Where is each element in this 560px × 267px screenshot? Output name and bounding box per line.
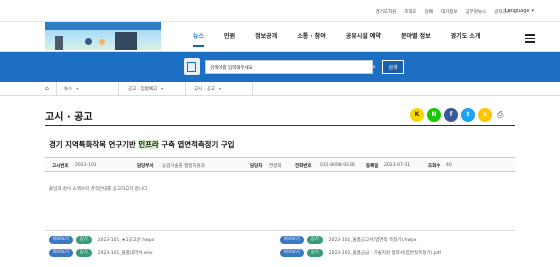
post-title-text-end: 구축 엽면적측정기 구입 — [158, 140, 235, 149]
attachment-row: 바로보기 듣기 2023-101_물품공급 · 기술지원 협약서(엽면적측정기)… — [280, 249, 441, 257]
print-icon[interactable]: ⎙ — [497, 110, 503, 120]
meta-value: 40 — [446, 163, 452, 168]
breadcrumb-level3[interactable]: 고시 · 공고 — [194, 86, 221, 92]
attachment-filename[interactable]: 2023-101_물품공고서(엽면적 측정기).hwpx — [329, 237, 417, 243]
post-title: 경기 지역특화작목 연구기반 인프라 구축 엽면적측정기 구입 — [49, 139, 234, 150]
naver-share-icon[interactable]: N — [427, 108, 441, 122]
utility-link[interactable]: 담배 — [425, 9, 433, 15]
document-icon — [184, 58, 200, 75]
breadcrumb-level1[interactable]: 뉴스 — [64, 86, 78, 92]
meta-value: 2023-101 — [75, 163, 97, 168]
view-button[interactable]: 바로보기 — [280, 249, 304, 257]
post-title-highlight: 인프라 — [138, 140, 159, 149]
kakao-share-icon[interactable]: K — [410, 108, 424, 122]
nav-news[interactable]: 뉴스 — [193, 31, 205, 47]
language-select[interactable]: Language — [505, 8, 534, 14]
attachment-filename[interactable]: 2023-101_물품공급 · 기술지원 협약서(엽면적측정기).pdf — [329, 250, 441, 256]
meta-label: 담당부서 — [137, 164, 154, 169]
meta-label: 담당자 — [250, 164, 263, 169]
attachment-filename[interactable]: 2023-101_물품내역서.xlsx — [98, 250, 153, 256]
meta-label: 전화번호 — [295, 164, 312, 169]
meta-label: 조회수 — [428, 164, 441, 169]
download-button[interactable]: 듣기 — [75, 236, 92, 244]
utility-link[interactable]: 경기도지원 — [376, 9, 397, 15]
nav-facility-reservation[interactable]: 공유시설 예약 — [346, 31, 381, 47]
breadcrumb: ⌂ 뉴스 공고 · 입법예고 고시 · 공고 — [0, 82, 560, 96]
meta-label: 등록일 — [366, 164, 379, 169]
download-button[interactable]: 듣기 — [306, 236, 323, 244]
meta-value: 농업기술원 행정지원과 — [162, 164, 205, 169]
utility-link[interactable]: 대기정보 — [441, 9, 458, 15]
meta-value: 연경희 — [269, 164, 282, 169]
nav-participation[interactable]: 소통 · 참여 — [297, 31, 326, 47]
search-icon[interactable]: ⌕ — [372, 63, 376, 72]
search-input[interactable]: 검색어를 입력해주세요 — [205, 60, 373, 74]
download-button[interactable]: 듣기 — [75, 249, 92, 257]
share-buttons: K N f t s — [410, 108, 492, 122]
meta-value: 031-8008-9238 — [320, 163, 355, 168]
view-button[interactable]: 바로보기 — [49, 236, 73, 244]
utility-link[interactable]: 공무원뉴스 — [466, 9, 487, 15]
post-meta: 고시번호 2023-101 담당부서 농업기술원 행정지원과 담당자 연경희 전… — [45, 157, 515, 172]
nav-civil[interactable]: 민원 — [224, 31, 235, 47]
page-title: 고시 · 공고 — [45, 112, 93, 123]
download-button[interactable]: 듣기 — [306, 249, 323, 257]
header-banner-image — [45, 22, 161, 50]
nav-topic-info[interactable]: 분야별 정보 — [401, 31, 431, 47]
nav-info-disclosure[interactable]: 정보공개 — [255, 31, 277, 47]
attachment-row: 바로보기 듣기 2023-101_물품공고서(엽면적 측정기).hwpx — [280, 236, 417, 244]
meta-value: 2023-07-31 — [384, 163, 411, 168]
search-band: 검색어를 입력해주세요 ⌕ 검색 — [0, 52, 560, 82]
attachment-filename[interactable]: 2023-101_★1공고문.hwpx — [98, 237, 155, 243]
utility-link[interactable]: 조직도 — [404, 9, 416, 15]
twitter-share-icon[interactable]: t — [461, 108, 475, 122]
meta-label: 고시번호 — [52, 164, 69, 169]
title-divider — [45, 125, 515, 126]
kakaostory-share-icon[interactable]: s — [478, 108, 492, 122]
search-button[interactable]: 검색 — [382, 60, 404, 74]
attachment-row: 바로보기 듣기 2023-101_★1공고문.hwpx — [49, 236, 154, 244]
post-body: 붙임과 같이 소액수의 견적안내를 공고하고자 합니다. — [49, 187, 149, 192]
attachments: 바로보기 듣기 2023-101_★1공고문.hwpx 바로보기 듣기 2023… — [45, 230, 515, 267]
utility-bar: 경기도지원 조직도 담배 대기정보 공무원뉴스 글자크기 − Language — [0, 0, 560, 22]
home-icon[interactable]: ⌂ — [45, 85, 49, 92]
main-nav: 뉴스 민원 정보공개 소통 · 참여 공유시설 예약 분야별 정보 경기도 소개 — [193, 31, 500, 47]
post-title-text: 경기 지역특화작목 연구기반 — [49, 140, 139, 149]
attachment-row: 바로보기 듣기 2023-101_물품내역서.xlsx — [49, 249, 153, 257]
site-header: 뉴스 민원 정보공개 소통 · 참여 공유시설 예약 분야별 정보 경기도 소개 — [0, 22, 560, 52]
breadcrumb-level2[interactable]: 공고 · 입법예고 — [128, 86, 163, 92]
utility-links: 경기도지원 조직도 담배 대기정보 공무원뉴스 글자크기 − — [376, 9, 516, 15]
nav-about[interactable]: 경기도 소개 — [451, 31, 481, 47]
view-button[interactable]: 바로보기 — [280, 236, 304, 244]
menu-icon[interactable] — [525, 34, 535, 45]
view-button[interactable]: 바로보기 — [49, 249, 73, 257]
facebook-share-icon[interactable]: f — [444, 108, 458, 122]
